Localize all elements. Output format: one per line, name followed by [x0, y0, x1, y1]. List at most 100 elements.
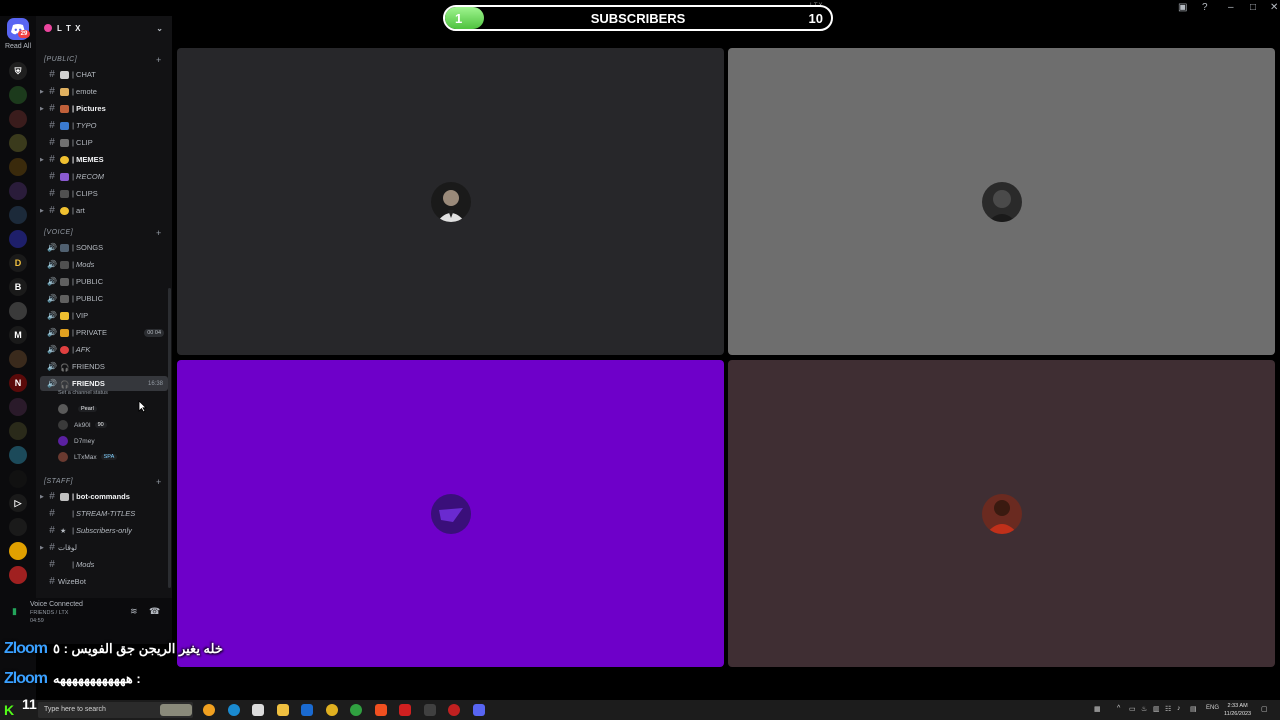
server-icon[interactable]: [9, 182, 27, 200]
channel-emote[interactable]: ▶ # | emote: [40, 84, 168, 99]
channel-art[interactable]: ▶ # | art: [40, 203, 168, 218]
server-icon[interactable]: [9, 350, 27, 368]
app-icon[interactable]: [448, 704, 460, 716]
server-icon[interactable]: [9, 110, 27, 128]
disconnect-icon[interactable]: ☎: [149, 606, 160, 617]
help-icon[interactable]: ?: [1202, 2, 1208, 13]
server-icon[interactable]: [9, 302, 27, 320]
server-icon[interactable]: B: [9, 278, 27, 296]
channel-subscribers-only[interactable]: # ★ | Subscribers-only: [40, 523, 168, 538]
read-all-button[interactable]: Read All: [0, 43, 36, 50]
channel-logs[interactable]: ▶ # لوقات: [40, 540, 168, 555]
channel-stream-titles[interactable]: # | STREAM-TITLES: [40, 506, 168, 521]
file-explorer-icon[interactable]: [277, 704, 289, 716]
search-highlight-icon[interactable]: [160, 704, 192, 716]
server-icon[interactable]: [9, 518, 27, 536]
server-icon[interactable]: [9, 422, 27, 440]
channel-pictures[interactable]: ▶ # | Pictures: [40, 101, 168, 116]
server-icon[interactable]: [9, 134, 27, 152]
voice-user[interactable]: D7mey: [58, 434, 95, 448]
channel-status-hint[interactable]: Set a channel status: [58, 390, 108, 396]
signal-icon[interactable]: ▮: [12, 606, 17, 617]
tray-icon[interactable]: ▤: [1190, 705, 1197, 713]
tray-icon[interactable]: ♨: [1141, 705, 1147, 713]
brave-icon[interactable]: [375, 704, 387, 716]
close-icon[interactable]: ✕: [1270, 2, 1278, 13]
server-icon[interactable]: [9, 398, 27, 416]
maximize-icon[interactable]: □: [1250, 2, 1256, 13]
server-icon[interactable]: [9, 470, 27, 488]
server-icon[interactable]: [9, 230, 27, 248]
server-icon[interactable]: [9, 446, 27, 464]
category-voice[interactable]: [VOICE] +: [44, 228, 161, 238]
add-channel-icon[interactable]: +: [156, 477, 162, 487]
channel-bot-commands[interactable]: ▶ # | bot-commands: [40, 489, 168, 504]
voice-channel-private[interactable]: 🔊 | PRIVATE 00 04: [40, 325, 168, 340]
noise-suppression-icon[interactable]: ≋: [130, 606, 138, 617]
channel-recom[interactable]: # | RECOM: [40, 169, 168, 184]
minimize-icon[interactable]: –: [1228, 2, 1234, 13]
server-icon[interactable]: ⛨: [9, 62, 27, 80]
discord-icon[interactable]: [473, 704, 485, 716]
server-icon[interactable]: [9, 158, 27, 176]
taskbar-clock[interactable]: 2:33 AM 11/26/2023: [1224, 702, 1251, 718]
voice-user[interactable]: Pearl: [58, 402, 97, 416]
app-icon[interactable]: [424, 704, 436, 716]
voice-user[interactable]: Ak90I 90: [58, 418, 107, 432]
voice-channel-friends-active[interactable]: 🔊 🎧 FRIENDS 16:38: [40, 376, 168, 391]
edge-icon[interactable]: [228, 704, 240, 716]
tray-icon[interactable]: ▥: [1153, 705, 1160, 713]
voice-channel-public[interactable]: 🔊 | PUBLIC: [40, 274, 168, 289]
chrome-icon[interactable]: [350, 704, 362, 716]
server-icon[interactable]: D: [9, 254, 27, 272]
inbox-icon[interactable]: ▣: [1178, 2, 1187, 13]
sidebar-scrollbar[interactable]: [168, 288, 171, 588]
network-icon[interactable]: ☷: [1165, 705, 1171, 713]
channel-memes[interactable]: ▶ # | MEMES: [40, 152, 168, 167]
tray-icon[interactable]: ▦: [1094, 705, 1101, 713]
server-icon[interactable]: M: [9, 326, 27, 344]
channel-wizebot[interactable]: # WizeBot: [40, 574, 168, 589]
chrome-icon[interactable]: [326, 704, 338, 716]
voice-connected-channel[interactable]: FRIENDS / LTX: [30, 610, 68, 616]
tray-icon[interactable]: ▭: [1129, 705, 1136, 713]
mail-icon[interactable]: [301, 704, 313, 716]
server-icon[interactable]: ▷: [9, 494, 27, 512]
app-icon[interactable]: [203, 704, 215, 716]
avatar: [58, 452, 68, 462]
server-icon[interactable]: [9, 566, 27, 584]
volume-icon[interactable]: ♪: [1177, 705, 1181, 712]
voice-channel-songs[interactable]: 🔊 | SONGS: [40, 240, 168, 255]
notification-icon[interactable]: ▢: [1261, 705, 1268, 713]
store-icon[interactable]: [252, 704, 264, 716]
voice-channel-public[interactable]: 🔊 | PUBLIC: [40, 291, 168, 306]
video-tile[interactable]: [177, 360, 724, 667]
voice-user[interactable]: LTxMax SPA: [58, 450, 118, 464]
add-channel-icon[interactable]: +: [156, 228, 162, 238]
category-public[interactable]: [PUBLIC] +: [44, 55, 161, 65]
guild-header[interactable]: L T X ⌄: [36, 16, 172, 40]
channel-clip[interactable]: # | CLIP: [40, 135, 168, 150]
voice-channel-friends[interactable]: 🔊 🎧 FRIENDS: [40, 359, 168, 374]
channel-chat[interactable]: # | CHAT: [40, 67, 168, 82]
language-indicator[interactable]: ENG: [1206, 705, 1219, 711]
server-icon[interactable]: [9, 542, 27, 560]
category-staff[interactable]: [STAFF] +: [44, 477, 161, 487]
channel-mods[interactable]: # | Mods: [40, 557, 168, 572]
swords-emoji-icon: [60, 260, 69, 269]
video-tile[interactable]: [728, 360, 1275, 667]
channel-label: | STREAM-TITLES: [72, 509, 136, 518]
voice-channel-mods[interactable]: 🔊 | Mods: [40, 257, 168, 272]
video-tile[interactable]: [177, 48, 724, 355]
channel-clips[interactable]: # | CLIPS: [40, 186, 168, 201]
voice-channel-afk[interactable]: 🔊 | AFK: [40, 342, 168, 357]
server-icon[interactable]: [9, 206, 27, 224]
chevron-up-icon[interactable]: ^: [1117, 705, 1120, 712]
add-channel-icon[interactable]: +: [156, 55, 162, 65]
video-tile[interactable]: [728, 48, 1275, 355]
voice-channel-vip[interactable]: 🔊 | VIP: [40, 308, 168, 323]
app-icon[interactable]: [399, 704, 411, 716]
server-icon[interactable]: N: [9, 374, 27, 392]
channel-typo[interactable]: # | TYPO: [40, 118, 168, 133]
server-icon[interactable]: [9, 86, 27, 104]
